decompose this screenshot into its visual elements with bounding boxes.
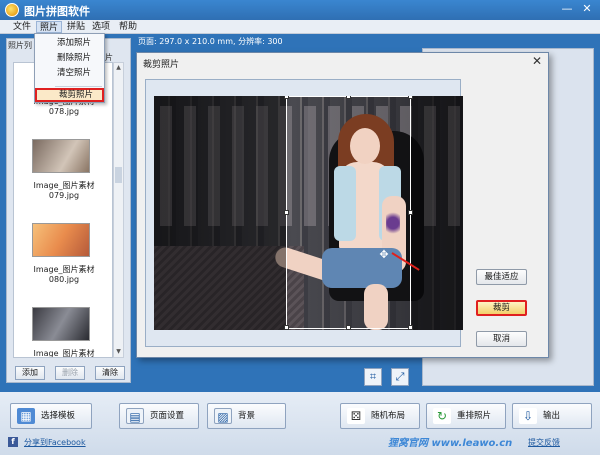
- photo-thumbnail[interactable]: [32, 223, 90, 257]
- menu-help[interactable]: 帮助: [116, 21, 140, 33]
- menu-item-crop-photo[interactable]: 裁剪照片: [35, 88, 104, 102]
- crop-mask-right: [411, 96, 463, 330]
- crop-selection[interactable]: [286, 96, 411, 329]
- crop-handle-bottom-right[interactable]: [408, 325, 413, 330]
- move-cursor-icon: ✥: [379, 248, 389, 261]
- menu-bar: 文件 照片 拼贴 选项 帮助: [0, 20, 600, 34]
- list-item-label: 078.jpg: [48, 107, 80, 116]
- page-setup-icon: ▤: [126, 408, 144, 424]
- scroll-down-icon[interactable]: ▼: [114, 347, 123, 357]
- export-icon: ⇩: [519, 408, 537, 424]
- background-button[interactable]: ▨ 背景: [207, 403, 286, 429]
- button-label: 选择模板: [41, 411, 76, 421]
- template-icon: ▦: [17, 408, 35, 424]
- watermark: 狸窝官网 www.leawo.cn: [388, 438, 513, 449]
- list-item[interactable]: Image_图片素材 079.jpg: [14, 181, 112, 203]
- photo-thumbnail[interactable]: [32, 307, 90, 341]
- menu-separator: [55, 86, 102, 87]
- menu-item-clear-photos[interactable]: 清空照片: [35, 66, 104, 80]
- share-facebook-link[interactable]: 分享到Facebook: [24, 437, 86, 448]
- menu-item-add-photo[interactable]: 添加照片: [35, 36, 104, 50]
- add-photo-button[interactable]: 添加: [15, 366, 45, 380]
- delete-photo-button[interactable]: 删除: [55, 366, 85, 380]
- crop-canvas: ✥: [145, 79, 463, 347]
- crop-handle-top[interactable]: [346, 96, 351, 99]
- dice-icon: ⚄: [347, 408, 365, 424]
- menu-options[interactable]: 选项: [89, 21, 113, 33]
- photo-preview[interactable]: ✥: [154, 96, 463, 330]
- title-bar: 图片拼图软件 — ✕: [0, 0, 600, 20]
- app-logo-icon: [5, 3, 19, 17]
- random-layout-button[interactable]: ⚄ 随机布局: [340, 403, 420, 429]
- button-label: 页面设置: [150, 411, 185, 421]
- photo-list[interactable]: Image_图片素材 078.jpg Image_图片素材 079.jpg Im…: [13, 62, 113, 358]
- crop-handle-bottom[interactable]: [346, 325, 351, 330]
- refresh-icon: ↻: [433, 408, 451, 424]
- list-item-label: Image_图片素材: [33, 265, 95, 274]
- select-template-button[interactable]: ▦ 选择模板: [10, 403, 92, 429]
- close-button[interactable]: ✕: [580, 2, 594, 16]
- crop-handle-top-right[interactable]: [408, 96, 413, 99]
- list-item-label: Image_图片素材: [33, 349, 95, 358]
- scroll-up-icon[interactable]: ▲: [114, 63, 123, 73]
- fit-tool-icon[interactable]: ⤢: [391, 368, 409, 386]
- list-item[interactable]: Image_图片素材 080.jpg: [14, 265, 112, 287]
- crop-tool-icon[interactable]: ⌗: [364, 368, 382, 386]
- crop-dialog: 裁剪照片 ✕ ✥ 最佳适应 裁剪 取消: [136, 52, 549, 358]
- list-item[interactable]: Image_图片素材: [14, 349, 112, 358]
- crop-handle-bottom-left[interactable]: [284, 325, 289, 330]
- minimize-button[interactable]: —: [560, 2, 574, 16]
- button-label: 输出: [543, 411, 561, 421]
- feedback-link[interactable]: 提交反馈: [528, 437, 560, 448]
- crop-handle-left[interactable]: [284, 210, 289, 215]
- crop-button[interactable]: 裁剪: [476, 300, 527, 316]
- menu-collage[interactable]: 拼贴: [64, 21, 88, 33]
- background-icon: ▨: [214, 408, 232, 424]
- photo-thumbnail[interactable]: [32, 139, 90, 173]
- page-setup-button[interactable]: ▤ 页面设置: [119, 403, 199, 429]
- crop-handle-right[interactable]: [408, 210, 413, 215]
- page-info: 页面: 297.0 x 210.0 mm, 分辨率: 300: [138, 37, 283, 46]
- cancel-button[interactable]: 取消: [476, 331, 527, 347]
- menu-file[interactable]: 文件: [10, 21, 34, 33]
- list-item-label: 079.jpg: [48, 191, 80, 200]
- clear-photos-button[interactable]: 清除: [95, 366, 125, 380]
- app-title: 图片拼图软件: [24, 5, 90, 18]
- menu-item-delete-photo[interactable]: 删除照片: [35, 51, 104, 65]
- dialog-close-icon[interactable]: ✕: [532, 54, 542, 68]
- button-label: 重排照片: [457, 411, 492, 421]
- list-item-label: 080.jpg: [48, 275, 80, 284]
- dialog-title: 裁剪照片: [143, 60, 180, 70]
- scroll-thumb[interactable]: [115, 167, 122, 183]
- crop-handle-top-left[interactable]: [284, 96, 289, 99]
- best-fit-button[interactable]: 最佳适应: [476, 269, 527, 285]
- menu-photo[interactable]: 照片: [36, 21, 63, 33]
- list-item-label: Image_图片素材: [33, 181, 95, 190]
- button-label: 背景: [238, 411, 256, 421]
- facebook-icon: f: [8, 437, 18, 447]
- button-label: 随机布局: [371, 411, 406, 421]
- photo-list-scrollbar[interactable]: ▲ ▼: [113, 62, 124, 358]
- crop-mask-left: [154, 96, 286, 330]
- photo-list-tab[interactable]: 照片列: [8, 40, 32, 51]
- output-button[interactable]: ⇩ 输出: [512, 403, 592, 429]
- rearrange-photos-button[interactable]: ↻ 重排照片: [426, 403, 506, 429]
- photo-menu-dropdown: 添加照片 删除照片 清空照片 裁剪照片: [34, 33, 105, 103]
